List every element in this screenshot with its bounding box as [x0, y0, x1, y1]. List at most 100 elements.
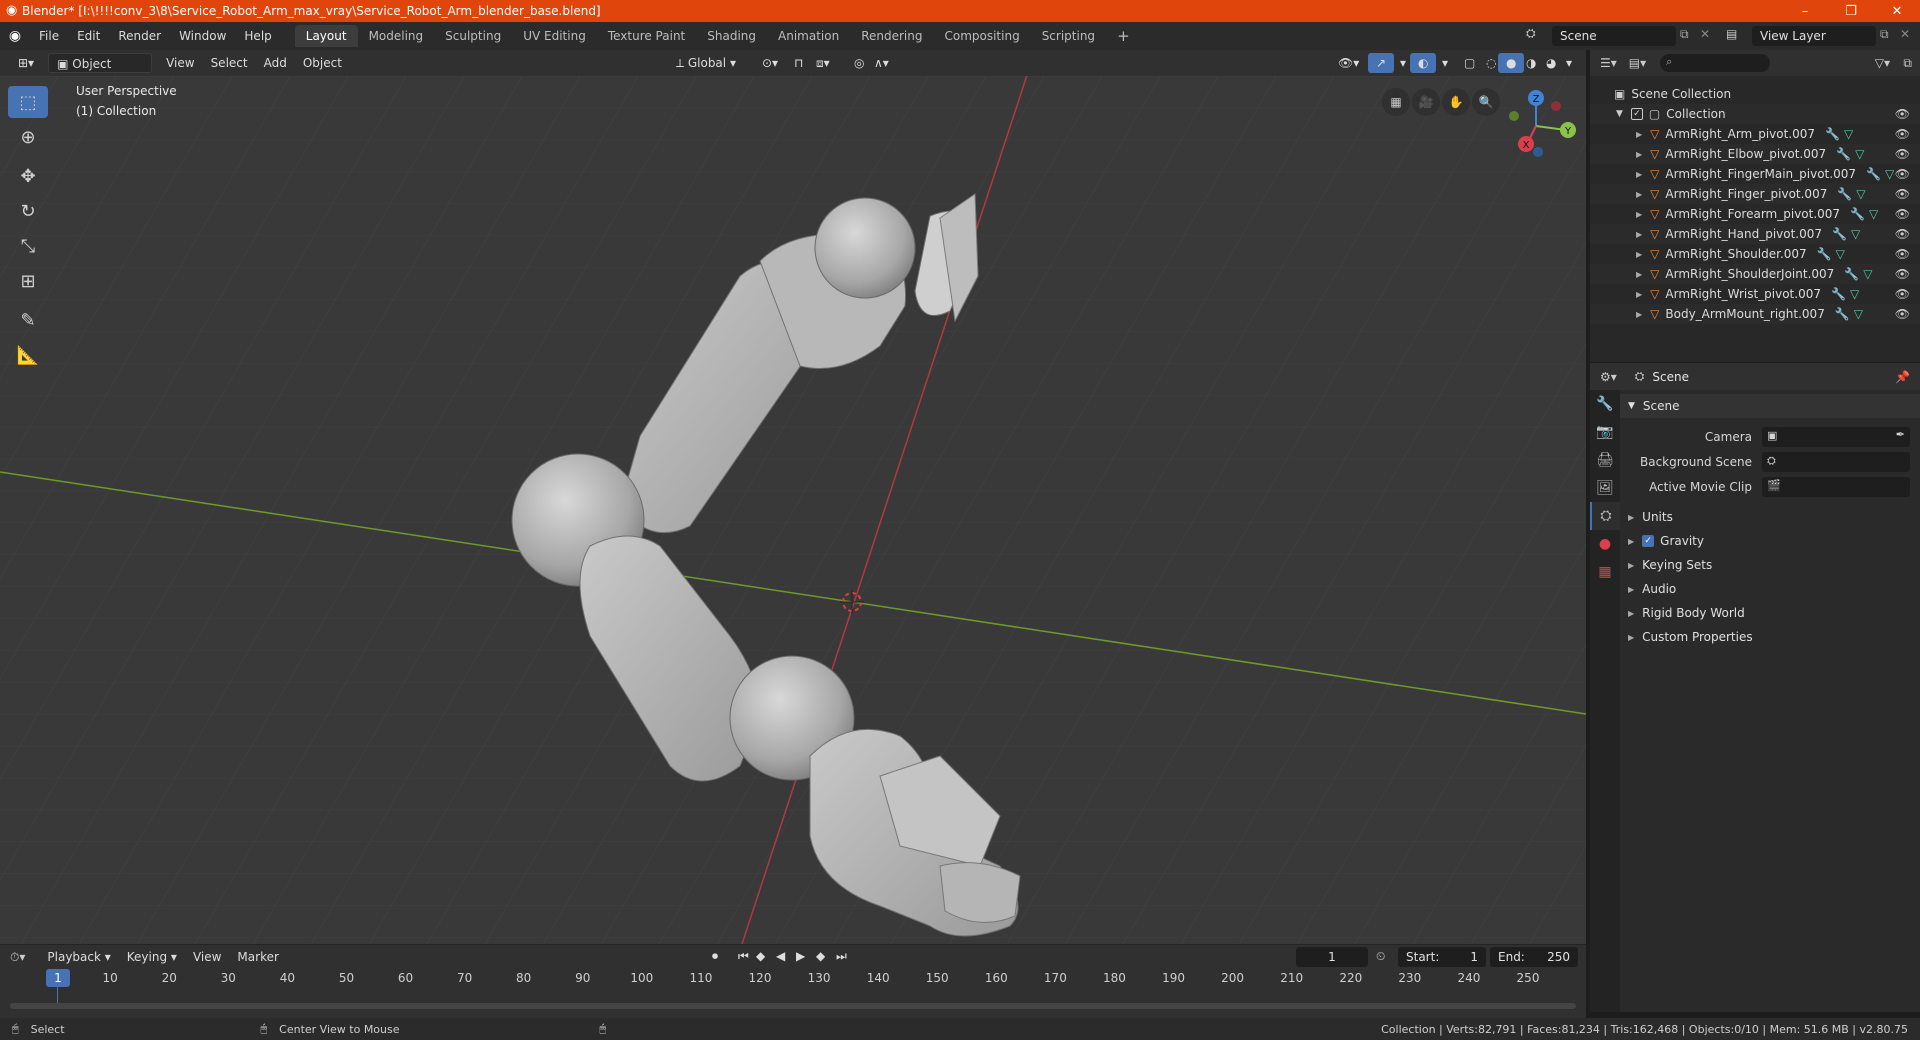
- outliner-object-row[interactable]: ▶ ▽ ArmRight_Forearm_pivot.007 🔧 ▽ 👁: [1590, 204, 1920, 224]
- start-frame-field[interactable]: Start: 1: [1398, 947, 1486, 967]
- menu-render[interactable]: Render: [109, 25, 170, 47]
- tab-layout[interactable]: Layout: [294, 25, 358, 47]
- outliner-scene-collection[interactable]: ▣ Scene Collection: [1590, 84, 1920, 104]
- tab-sculpting[interactable]: Sculpting: [434, 25, 512, 47]
- move-tool[interactable]: ✥: [8, 160, 48, 192]
- outliner-search-input[interactable]: ⌕: [1660, 54, 1771, 72]
- visibility-eye-icon[interactable]: 👁: [1895, 167, 1910, 181]
- menu-view[interactable]: View: [158, 53, 202, 73]
- measure-tool[interactable]: 📐: [8, 339, 48, 371]
- expand-object-icon[interactable]: ▶: [1636, 310, 1642, 319]
- outliner-object-row[interactable]: ▶ ▽ ArmRight_FingerMain_pivot.007 🔧 ▽ 👁: [1590, 164, 1920, 184]
- visibility-icon[interactable]: 👁▾: [1330, 53, 1367, 73]
- scene-tab-icon[interactable]: ⛭: [1590, 502, 1620, 530]
- tab-scripting[interactable]: Scripting: [1031, 25, 1106, 47]
- pin-icon[interactable]: 📌: [1895, 370, 1910, 384]
- play-button[interactable]: ▶: [796, 949, 805, 963]
- output-tab-icon[interactable]: 🖨: [1590, 446, 1620, 474]
- expand-object-icon[interactable]: ▶: [1636, 130, 1642, 139]
- new-collection-icon[interactable]: ⧉: [1903, 56, 1912, 71]
- menu-window[interactable]: Window: [170, 25, 235, 47]
- visibility-eye-icon[interactable]: 👁: [1895, 227, 1910, 241]
- zoom-view-icon[interactable]: 🔍: [1472, 88, 1500, 116]
- new-view-layer-icon[interactable]: ⧉: [1880, 27, 1889, 42]
- select-box-tool[interactable]: ⬚: [8, 86, 48, 118]
- collection-checkbox[interactable]: ✓: [1630, 108, 1643, 120]
- playback-menu[interactable]: Playback ▾: [39, 947, 118, 967]
- expand-object-icon[interactable]: ▶: [1636, 270, 1642, 279]
- expand-object-icon[interactable]: ▶: [1636, 250, 1642, 259]
- tab-compositing[interactable]: Compositing: [933, 25, 1030, 47]
- add-workspace-icon[interactable]: +: [1106, 25, 1141, 47]
- play-reverse-button[interactable]: ◀: [776, 949, 785, 963]
- render-tab-icon[interactable]: 📷: [1590, 418, 1620, 446]
- expand-object-icon[interactable]: ▶: [1636, 190, 1642, 199]
- 3d-viewport[interactable]: User Perspective (1) Collection ⬚ ⊕ ✥ ↻ …: [0, 76, 1586, 944]
- camera-field[interactable]: ▣ ✒: [1762, 426, 1910, 447]
- tab-animation[interactable]: Animation: [767, 25, 850, 47]
- texture-tab-icon[interactable]: ▦: [1590, 558, 1620, 586]
- tab-shading[interactable]: Shading: [696, 25, 767, 47]
- overlay-toggle-icon[interactable]: ◐: [1410, 53, 1437, 73]
- tab-uv-editing[interactable]: UV Editing: [512, 25, 597, 47]
- outliner-editor-icon[interactable]: ☰▾: [1600, 56, 1617, 70]
- tool-tab-icon[interactable]: 🔧: [1590, 390, 1620, 418]
- section-units[interactable]: ▶ Units: [1620, 505, 1920, 529]
- expand-object-icon[interactable]: ▶: [1636, 150, 1642, 159]
- visibility-eye-icon[interactable]: 👁: [1895, 107, 1910, 121]
- background-scene-field[interactable]: ⛭: [1762, 451, 1910, 472]
- next-keyframe-button[interactable]: ◆: [816, 949, 825, 963]
- scene-panel-header[interactable]: ▼ Scene: [1620, 394, 1920, 418]
- menu-object[interactable]: Object: [295, 53, 350, 73]
- view-layer-field[interactable]: View Layer: [1752, 26, 1876, 46]
- outliner-collection[interactable]: ▼ ✓ ▢ Collection 👁: [1590, 104, 1920, 124]
- outliner-object-row[interactable]: ▶ ▽ ArmRight_Elbow_pivot.007 🔧 ▽ 👁: [1590, 144, 1920, 164]
- menu-edit[interactable]: Edit: [68, 25, 109, 47]
- scale-tool[interactable]: ⤡: [8, 230, 48, 262]
- transform-orientation-dropdown[interactable]: ⟂ Global ▾: [668, 53, 744, 73]
- camera-projection-icon[interactable]: ▦: [1382, 88, 1410, 116]
- prev-keyframe-button[interactable]: ◆: [756, 949, 765, 963]
- preview-range-icon[interactable]: ⏲: [1376, 949, 1385, 964]
- timeline-ruler[interactable]: 1 10 20 30 40 50 60 70 80 90 100 110 120 130 140 150 16…: [0, 969, 1586, 1019]
- record-button[interactable]: ⏺: [712, 949, 718, 964]
- menu-help[interactable]: Help: [235, 25, 280, 47]
- outliner-object-row[interactable]: ▶ ▽ ArmRight_Finger_pivot.007 🔧 ▽ 👁: [1590, 184, 1920, 204]
- eyedropper-icon[interactable]: ✒: [1896, 428, 1905, 441]
- scene-selector-icon[interactable]: ⛭: [1526, 26, 1536, 41]
- outliner-object-row[interactable]: ▶ ▽ ArmRight_Hand_pivot.007 🔧 ▽ 👁: [1590, 224, 1920, 244]
- pan-view-icon[interactable]: ✋: [1442, 88, 1470, 116]
- section-gravity[interactable]: ▶ ✓ Gravity: [1620, 529, 1920, 553]
- new-scene-icon[interactable]: ⧉: [1680, 27, 1689, 42]
- timeline-editor-icon[interactable]: ⏱▾: [10, 950, 25, 965]
- tab-rendering[interactable]: Rendering: [850, 25, 933, 47]
- section-keying-sets[interactable]: ▶ Keying Sets: [1620, 553, 1920, 577]
- expand-object-icon[interactable]: ▶: [1636, 210, 1642, 219]
- delete-scene-icon[interactable]: ✕: [1700, 27, 1710, 41]
- outliner-object-row[interactable]: ▶ ▽ ArmRight_Arm_pivot.007 🔧 ▽ 👁: [1590, 124, 1920, 144]
- marker-menu[interactable]: Marker: [229, 947, 286, 967]
- view-layer-tab-icon[interactable]: 🖼: [1590, 474, 1620, 502]
- jump-end-button[interactable]: ⏭: [836, 949, 847, 964]
- section-rigid-body-world[interactable]: ▶ Rigid Body World: [1620, 601, 1920, 625]
- visibility-eye-icon[interactable]: 👁: [1895, 127, 1910, 141]
- outliner-object-row[interactable]: ▶ ▽ Body_ArmMount_right.007 🔧 ▽ 👁: [1590, 304, 1920, 324]
- close-button[interactable]: ✕: [1874, 0, 1920, 22]
- menu-file[interactable]: File: [30, 25, 68, 47]
- display-mode-icon[interactable]: ▤▾: [1629, 56, 1646, 70]
- menu-select[interactable]: Select: [203, 53, 256, 73]
- maximize-button[interactable]: ❐: [1828, 0, 1874, 22]
- shading-dropdown-icon[interactable]: ▾: [1558, 53, 1580, 73]
- overlay-dropdown-icon[interactable]: ▾: [1434, 53, 1456, 73]
- rotate-tool[interactable]: ↻: [8, 195, 48, 227]
- visibility-eye-icon[interactable]: 👁: [1895, 247, 1910, 261]
- gravity-checkbox[interactable]: ✓: [1642, 535, 1655, 547]
- outliner-object-row[interactable]: ▶ ▽ ArmRight_ShoulderJoint.007 🔧 ▽ 👁: [1590, 264, 1920, 284]
- end-frame-field[interactable]: End: 250: [1490, 947, 1578, 967]
- section-audio[interactable]: ▶ Audio: [1620, 577, 1920, 601]
- jump-start-button[interactable]: ⏮: [738, 949, 749, 964]
- playhead[interactable]: 1: [46, 969, 70, 987]
- cursor-tool[interactable]: ⊕: [8, 121, 48, 153]
- view-layer-icon[interactable]: ▤: [1726, 27, 1737, 41]
- outliner-object-row[interactable]: ▶ ▽ ArmRight_Shoulder.007 🔧 ▽ 👁: [1590, 244, 1920, 264]
